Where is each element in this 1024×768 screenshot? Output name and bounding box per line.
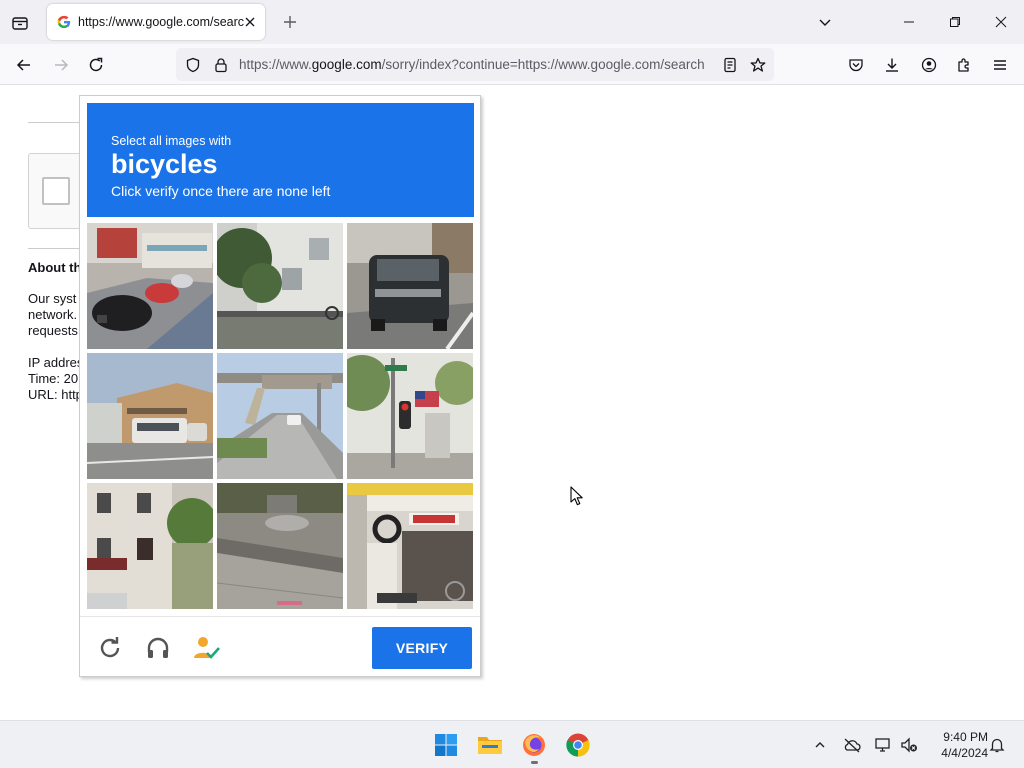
tile-dark-suv[interactable] (347, 223, 473, 349)
clock-date: 4/4/2024 (941, 746, 988, 760)
tile-townhouse[interactable] (87, 483, 213, 609)
google-favicon-icon (56, 14, 72, 30)
lock-icon[interactable] (212, 56, 230, 74)
about-text-line: requests (28, 323, 78, 338)
notification-bell-icon[interactable] (987, 735, 1007, 755)
url-line: URL: http (28, 387, 83, 402)
download-icon[interactable] (880, 53, 904, 77)
tile-traffic-light-flag[interactable] (347, 353, 473, 479)
chrome-icon[interactable] (562, 729, 594, 761)
tile-bus-by-building[interactable] (87, 353, 213, 479)
browser-tab[interactable]: https://www.google.com/search (47, 4, 265, 40)
file-explorer-icon[interactable] (474, 729, 506, 761)
verify-button[interactable]: VERIFY (372, 627, 472, 669)
restore-icon[interactable] (932, 0, 978, 44)
challenge-footer: VERIFY (80, 616, 480, 676)
network-monitor-icon[interactable] (873, 735, 893, 755)
challenge-hint: Click verify once there are none left (111, 183, 331, 199)
speaker-muted-icon[interactable] (899, 735, 919, 755)
url-prefix: https://www. (239, 57, 312, 72)
captcha-challenge: Select all images with bicycles Click ve… (79, 95, 481, 677)
close-tab-icon[interactable] (241, 13, 259, 31)
onedrive-offline-icon[interactable] (842, 735, 862, 755)
mouse-cursor-icon (570, 486, 584, 506)
ip-address-line: IP addres (28, 355, 84, 370)
time-line: Time: 20 (28, 371, 79, 386)
url-host: google.com (311, 57, 382, 72)
close-window-icon[interactable] (978, 0, 1024, 44)
url-text[interactable]: https://www.google.com/sorry/index?conti… (239, 57, 713, 73)
shield-icon[interactable] (184, 56, 202, 74)
clock-time: 9:40 PM (943, 730, 988, 744)
tile-road-pedestrian-bridge[interactable] (217, 353, 343, 479)
about-text-line: Our syst (28, 291, 77, 306)
forward-arrow-icon[interactable] (48, 52, 74, 78)
extensions-icon[interactable] (952, 53, 976, 77)
firefox-icon[interactable] (518, 729, 550, 761)
url-path: /sorry/index?continue=https://www.google… (381, 57, 705, 72)
system-clock[interactable]: 9:40 PM 4/4/2024 (926, 729, 988, 761)
new-tab-icon[interactable] (279, 11, 301, 33)
challenge-keyword: bicycles (111, 149, 218, 179)
tile-sidewalk-debris[interactable] (217, 483, 343, 609)
about-heading: About th (28, 260, 82, 275)
refresh-icon[interactable] (95, 633, 125, 663)
challenge-header: Select all images with bicycles Click ve… (87, 103, 474, 217)
minimize-icon[interactable] (886, 0, 932, 44)
tab-title: https://www.google.com/search (78, 15, 244, 29)
reader-view-icon[interactable] (721, 56, 739, 74)
chevron-up-icon[interactable] (810, 735, 830, 755)
windows-start-icon[interactable] (430, 729, 462, 761)
menu-icon[interactable] (988, 53, 1012, 77)
account-icon[interactable] (917, 53, 941, 77)
reload-icon[interactable] (83, 52, 109, 78)
info-person-check-icon[interactable] (191, 633, 221, 663)
about-text-line: network. (28, 307, 78, 322)
tab-list-icon[interactable] (8, 11, 32, 35)
pocket-icon[interactable] (844, 53, 868, 77)
challenge-instruction: Select all images with (111, 134, 232, 148)
recaptcha-checkbox[interactable] (42, 177, 70, 205)
active-app-indicator (531, 761, 538, 764)
tile-house-with-tree[interactable] (217, 223, 343, 349)
navigation-bar: https://www.google.com/sorry/index?conti… (0, 44, 1024, 85)
bookmark-star-icon[interactable] (749, 56, 767, 74)
tile-street-parked-cars[interactable] (87, 223, 213, 349)
taskbar: 9:40 PM 4/4/2024 (0, 720, 1024, 768)
chevron-down-icon[interactable] (815, 12, 835, 32)
address-bar[interactable]: https://www.google.com/sorry/index?conti… (176, 48, 774, 81)
headphones-icon[interactable] (143, 633, 173, 663)
tab-bar: https://www.google.com/search (0, 0, 1024, 44)
back-arrow-icon[interactable] (11, 52, 37, 78)
image-grid (87, 223, 474, 610)
tile-tire-shop[interactable] (347, 483, 473, 609)
